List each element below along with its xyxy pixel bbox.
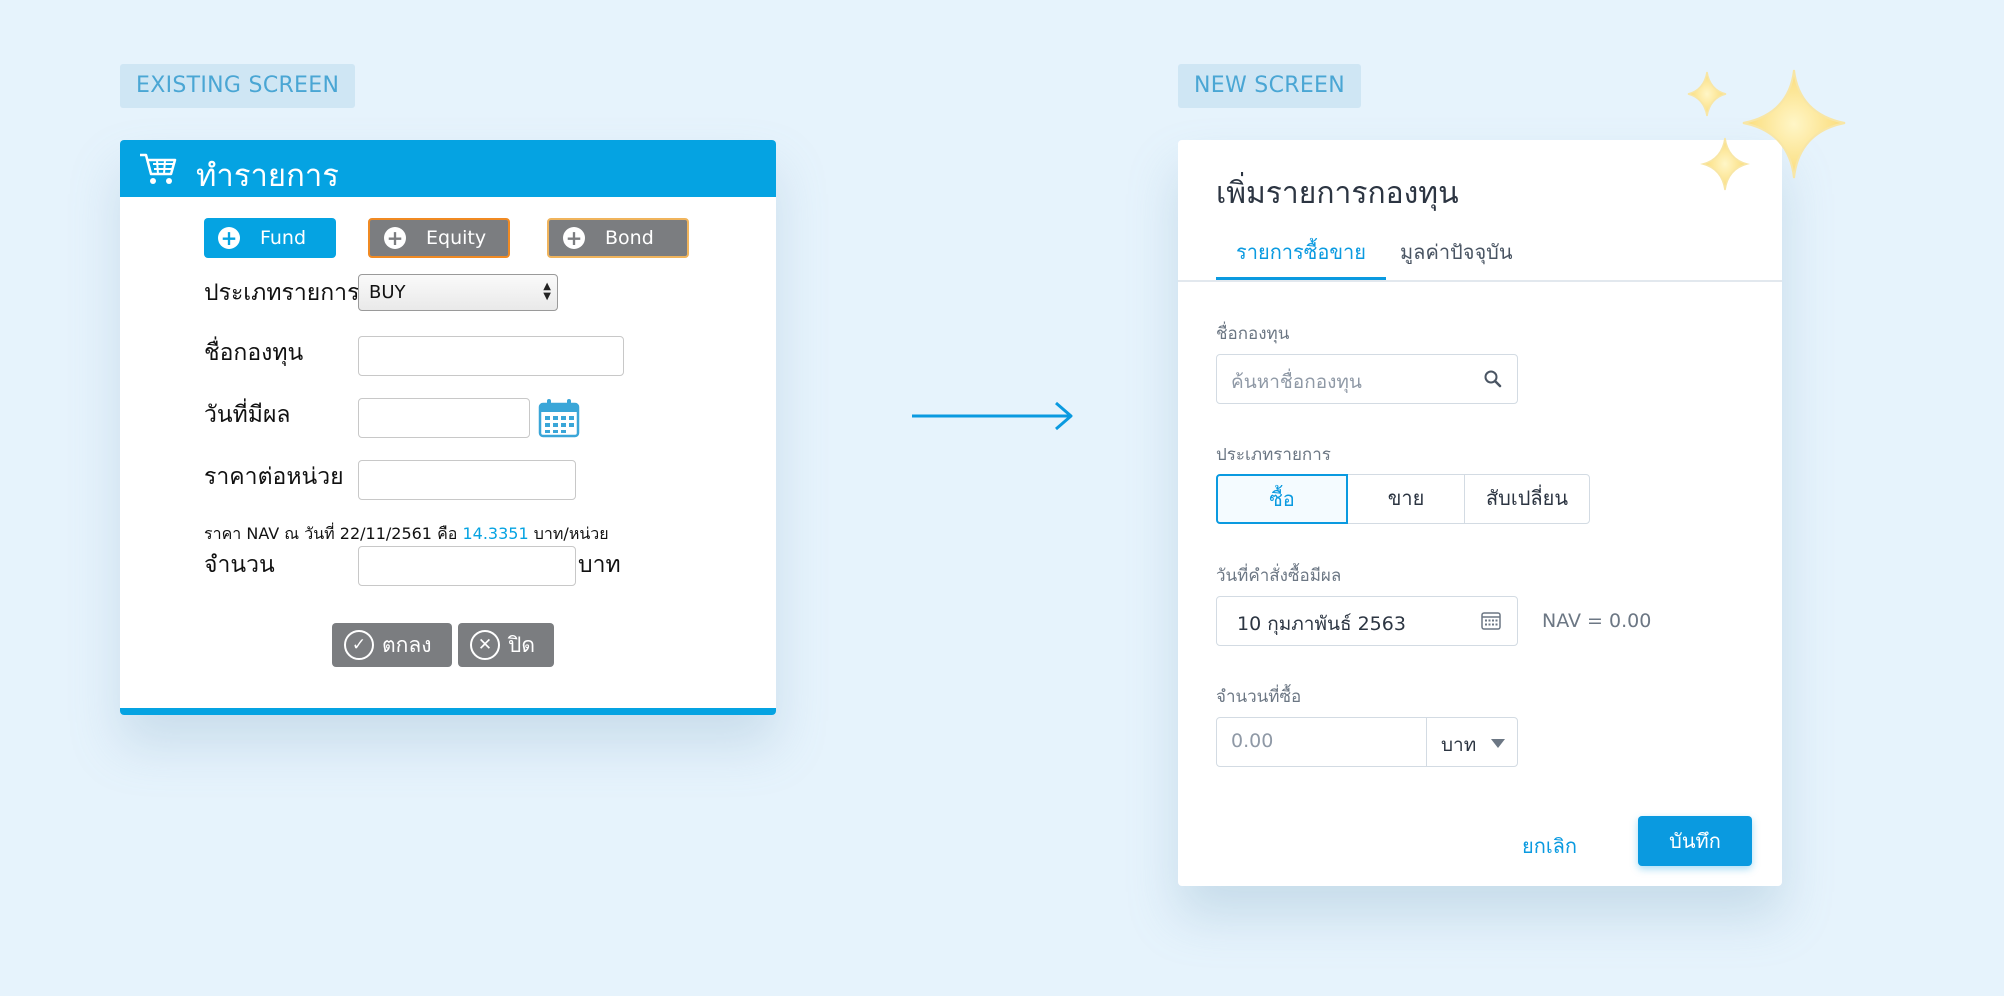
nav-info-line: ราคา NAV ณ วันที่ 22/11/2561 คือ 14.3351… [204, 522, 609, 547]
fund-search-input[interactable]: ค้นหาชื่อกองทุน [1216, 354, 1518, 404]
fund-name-input[interactable] [358, 336, 624, 376]
type-select[interactable]: BUY ▲ ▼ [358, 274, 558, 311]
new-screen-tag: NEW SCREEN [1178, 64, 1361, 108]
sparkle-icon [1687, 69, 1846, 191]
amount-input[interactable]: 0.00 [1216, 717, 1428, 767]
dialog-title: เพิ่มรายการกองทุน [1216, 176, 1459, 211]
unit-price-label: ราคาต่อหน่วย [204, 464, 344, 490]
chevron-down-icon [1491, 739, 1505, 748]
order-date-label: วันที่คำสั่งซื้อมีผล [1216, 566, 1342, 586]
fund-button-label: Fund [260, 227, 307, 249]
amount-unit: บาท [578, 552, 621, 578]
type-option-buy[interactable]: ซื้อ [1216, 474, 1348, 524]
arrow-right-icon [912, 401, 1073, 431]
tab-transactions[interactable]: รายการซื้อขาย [1236, 236, 1366, 268]
plus-icon: + [218, 227, 240, 249]
ok-button[interactable]: ✓ ตกลง [332, 623, 452, 667]
fund-name-label: ชื่อกองทุน [1216, 324, 1290, 344]
order-date-value: 10 กุมภาพันธ์ 2563 [1237, 613, 1406, 635]
effective-date-label: วันที่มีผล [204, 402, 291, 428]
add-bond-button[interactable]: + Bond [547, 218, 689, 258]
cancel-button[interactable]: ยกเลิก [1522, 830, 1577, 862]
existing-screen-panel: ทำรายการ + Fund + Equity + Bond ประเภทรา… [120, 140, 776, 715]
amount-unit-value: บาท [1441, 734, 1477, 756]
search-icon[interactable] [1483, 369, 1503, 389]
calendar-icon[interactable] [538, 398, 580, 438]
fund-search-placeholder: ค้นหาชื่อกองทุน [1231, 371, 1362, 393]
panel-header: ทำรายการ [120, 140, 776, 197]
save-button[interactable]: บันทึก [1638, 816, 1752, 866]
panel-bottom-bar [120, 708, 776, 715]
new-screen-panel: เพิ่มรายการกองทุน รายการซื้อขาย มูลค่าปั… [1178, 140, 1782, 886]
close-button[interactable]: ✕ ปิด [458, 623, 554, 667]
equity-button-label: Equity [426, 227, 487, 249]
close-circle-icon: ✕ [470, 630, 500, 660]
select-arrows-icon: ▲ ▼ [543, 281, 551, 302]
fund-name-label: ชื่อกองทุน [204, 340, 304, 366]
amount-label: จำนวนที่ซื้อ [1216, 687, 1302, 707]
ok-button-label: ตกลง [382, 633, 432, 657]
amount-unit-select[interactable]: บาท [1426, 717, 1518, 767]
panel-title: ทำรายการ [196, 158, 339, 194]
cart-icon [140, 153, 177, 184]
bond-button-label: Bond [605, 227, 654, 249]
type-option-sell[interactable]: ขาย [1346, 474, 1466, 524]
nav-value: 14.3351 [462, 524, 529, 543]
tab-divider [1178, 280, 1782, 282]
existing-screen-tag: EXISTING SCREEN [120, 64, 356, 108]
close-button-label: ปิด [508, 633, 535, 657]
type-select-value: BUY [369, 282, 406, 303]
plus-icon: + [563, 227, 585, 249]
amount-label: จำนวน [204, 552, 275, 578]
effective-date-input[interactable] [358, 398, 530, 438]
tab-current-value[interactable]: มูลค่าปัจจุบัน [1400, 236, 1513, 268]
add-equity-button[interactable]: + Equity [368, 218, 510, 258]
nav-readout: NAV = 0.00 [1542, 610, 1652, 632]
nav-prefix: ราคา NAV ณ วันที่ 22/11/2561 คือ [204, 524, 458, 543]
amount-input[interactable] [358, 546, 576, 586]
order-date-input[interactable]: 10 กุมภาพันธ์ 2563 [1216, 596, 1518, 646]
type-label: ประเภทรายการ [1216, 445, 1331, 465]
amount-value: 0.00 [1231, 730, 1274, 752]
type-option-switch[interactable]: สับเปลี่ยน [1464, 474, 1590, 524]
unit-price-input[interactable] [358, 460, 576, 500]
type-label: ประเภทรายการ [204, 280, 360, 306]
nav-suffix: บาท/หน่วย [533, 524, 609, 543]
check-circle-icon: ✓ [344, 630, 374, 660]
add-fund-button[interactable]: + Fund [204, 218, 336, 258]
plus-icon: + [384, 227, 406, 249]
calendar-icon[interactable] [1481, 611, 1501, 631]
